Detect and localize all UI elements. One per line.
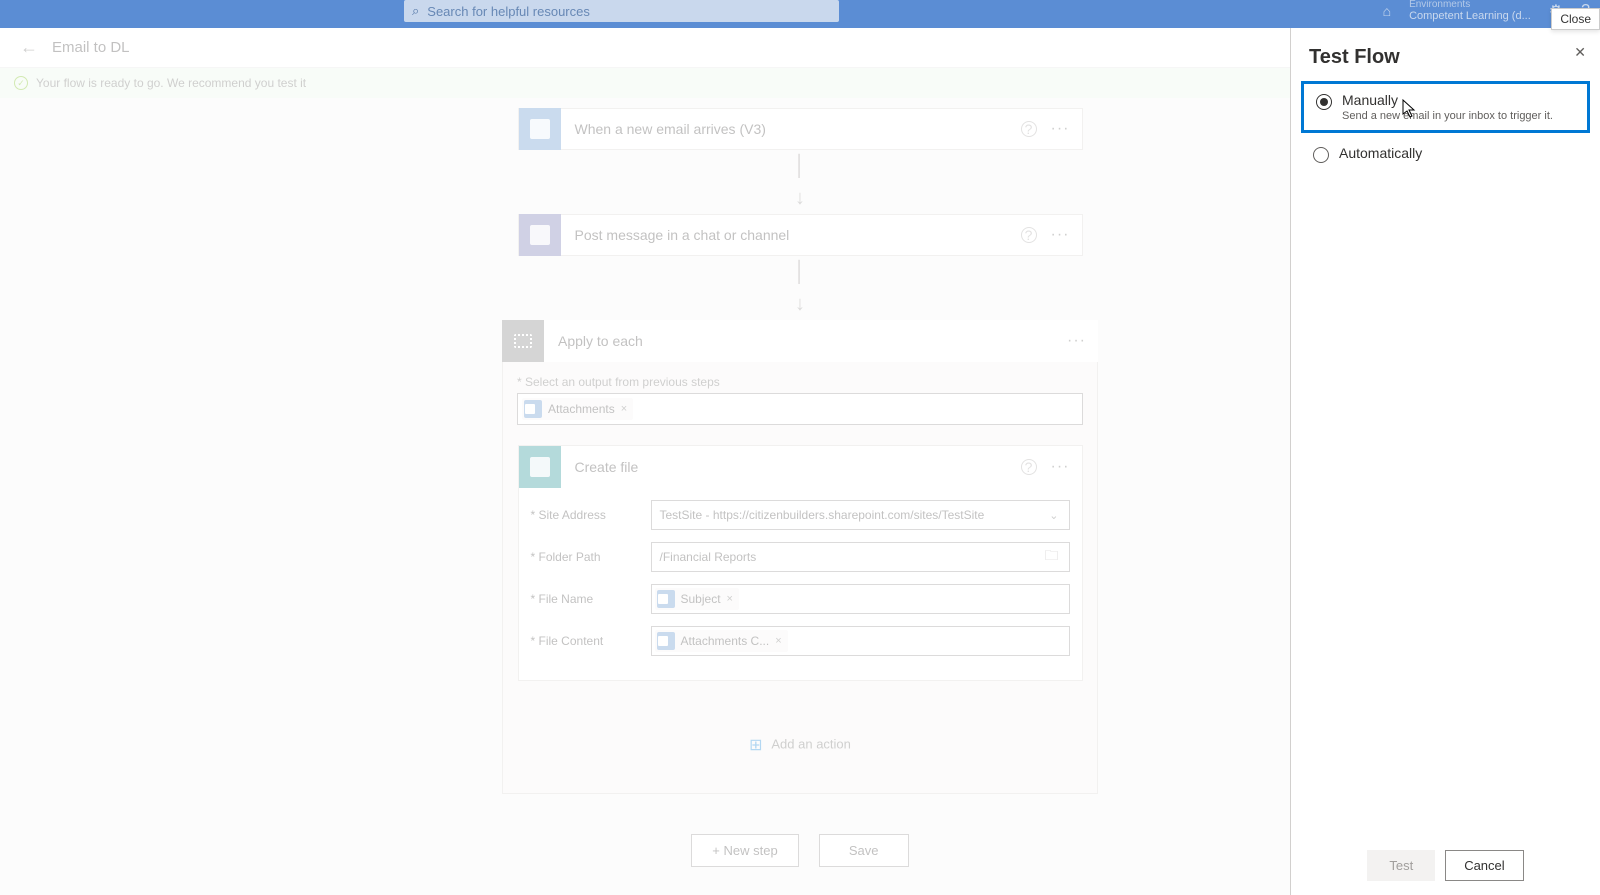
folder-path-field[interactable]: /Financial Reports 🗀 bbox=[651, 542, 1070, 572]
environment-icon[interactable]: ⌂ bbox=[1383, 3, 1391, 19]
outlook-token-icon bbox=[657, 590, 675, 608]
outlook-icon bbox=[519, 108, 561, 150]
folder-path-label: * Folder Path bbox=[531, 550, 651, 564]
scope-input-label: * Select an output from previous steps bbox=[517, 375, 1083, 389]
token-label: Attachments C... bbox=[681, 634, 770, 648]
close-tooltip: Close bbox=[1551, 8, 1600, 30]
site-address-field[interactable]: TestSite - https://citizenbuilders.share… bbox=[651, 500, 1070, 530]
outlook-token-icon bbox=[524, 400, 542, 418]
more-icon[interactable]: ··· bbox=[1051, 120, 1070, 138]
action-card-teams[interactable]: Post message in a chat or channel ? ··· bbox=[518, 214, 1083, 256]
folder-value: /Financial Reports bbox=[660, 550, 757, 564]
chevron-down-icon[interactable]: ⌄ bbox=[1049, 509, 1058, 522]
loop-icon bbox=[502, 320, 544, 362]
more-icon[interactable]: ··· bbox=[1051, 458, 1070, 476]
outlook-token-icon bbox=[657, 632, 675, 650]
create-file-card: Create file ? ··· * Site Address TestSit… bbox=[518, 445, 1083, 681]
test-button[interactable]: Test bbox=[1367, 850, 1435, 881]
add-action-icon: ⊞ bbox=[749, 737, 762, 754]
create-file-title: Create file bbox=[575, 459, 1021, 475]
trigger-card[interactable]: When a new email arrives (V3) ? ··· bbox=[518, 108, 1083, 150]
scope-header[interactable]: Apply to each ··· bbox=[502, 320, 1098, 362]
token-subject[interactable]: Subject × bbox=[655, 588, 739, 610]
create-file-header[interactable]: Create file ? ··· bbox=[519, 446, 1082, 488]
file-name-label: * File Name bbox=[531, 592, 651, 606]
token-attachments-content[interactable]: Attachments C... × bbox=[655, 630, 788, 652]
scope-title: Apply to each bbox=[558, 333, 1067, 349]
flow-title: Email to DL bbox=[52, 39, 130, 56]
panel-title: Test Flow bbox=[1309, 46, 1582, 69]
apply-to-each-card: Apply to each ··· * Select an output fro… bbox=[502, 320, 1098, 794]
radio-icon bbox=[1313, 147, 1329, 163]
search-placeholder: Search for helpful resources bbox=[427, 4, 590, 19]
save-button[interactable]: Save bbox=[819, 834, 909, 867]
file-name-field[interactable]: Subject × bbox=[651, 584, 1070, 614]
check-icon: ✓ bbox=[14, 76, 28, 90]
environment-text[interactable]: Environments Competent Learning (d... bbox=[1409, 0, 1531, 23]
scope-input-field[interactable]: Attachments × bbox=[517, 393, 1083, 425]
token-attachments[interactable]: Attachments × bbox=[522, 398, 633, 420]
cancel-button[interactable]: Cancel bbox=[1445, 850, 1523, 881]
more-icon[interactable]: ··· bbox=[1051, 226, 1070, 244]
help-circle-icon[interactable]: ? bbox=[1021, 459, 1037, 475]
file-content-field[interactable]: Attachments C... × bbox=[651, 626, 1070, 656]
remove-token-icon[interactable]: × bbox=[775, 635, 781, 647]
new-step-button[interactable]: + New step bbox=[691, 834, 798, 867]
site-value: TestSite - https://citizenbuilders.share… bbox=[660, 508, 985, 522]
sharepoint-icon bbox=[519, 446, 561, 488]
search-box[interactable]: ⌕ Search for helpful resources bbox=[404, 0, 839, 22]
help-circle-icon[interactable]: ? bbox=[1021, 227, 1037, 243]
radio-icon bbox=[1316, 94, 1332, 110]
token-label: Attachments bbox=[548, 402, 615, 416]
action-title: Post message in a chat or channel bbox=[575, 227, 1021, 243]
token-label: Subject bbox=[681, 592, 721, 606]
folder-icon[interactable]: 🗀 bbox=[1045, 545, 1059, 569]
back-arrow-icon[interactable]: ← bbox=[20, 37, 38, 58]
search-icon: ⌕ bbox=[412, 3, 419, 19]
radio-manually-sub: Send a new email in your inbox to trigge… bbox=[1342, 110, 1553, 122]
site-address-label: * Site Address bbox=[531, 508, 651, 522]
add-action-label: Add an action bbox=[771, 736, 851, 751]
help-circle-icon[interactable]: ? bbox=[1021, 121, 1037, 137]
add-action-button[interactable]: ⊞ Add an action bbox=[517, 695, 1083, 779]
remove-token-icon[interactable]: × bbox=[621, 403, 627, 415]
teams-icon bbox=[519, 214, 561, 256]
remove-token-icon[interactable]: × bbox=[727, 593, 733, 605]
top-banner: ⌕ Search for helpful resources ⌂ Environ… bbox=[0, 0, 1600, 28]
file-content-label: * File Content bbox=[531, 634, 651, 648]
radio-manually[interactable]: Manually Send a new email in your inbox … bbox=[1301, 81, 1590, 133]
close-icon[interactable]: ✕ bbox=[1574, 44, 1586, 61]
env-label: Environments bbox=[1409, 0, 1531, 10]
more-icon[interactable]: ··· bbox=[1067, 332, 1086, 350]
radio-auto-label: Automatically bbox=[1339, 145, 1422, 161]
banner-text: Your flow is ready to go. We recommend y… bbox=[36, 76, 306, 90]
trigger-title: When a new email arrives (V3) bbox=[575, 121, 1021, 137]
radio-manually-label: Manually bbox=[1342, 92, 1553, 108]
env-name: Competent Learning (d... bbox=[1409, 10, 1531, 22]
test-flow-panel: Test Flow ✕ Manually Send a new email in… bbox=[1290, 28, 1600, 895]
radio-automatically[interactable]: Automatically bbox=[1301, 137, 1590, 171]
